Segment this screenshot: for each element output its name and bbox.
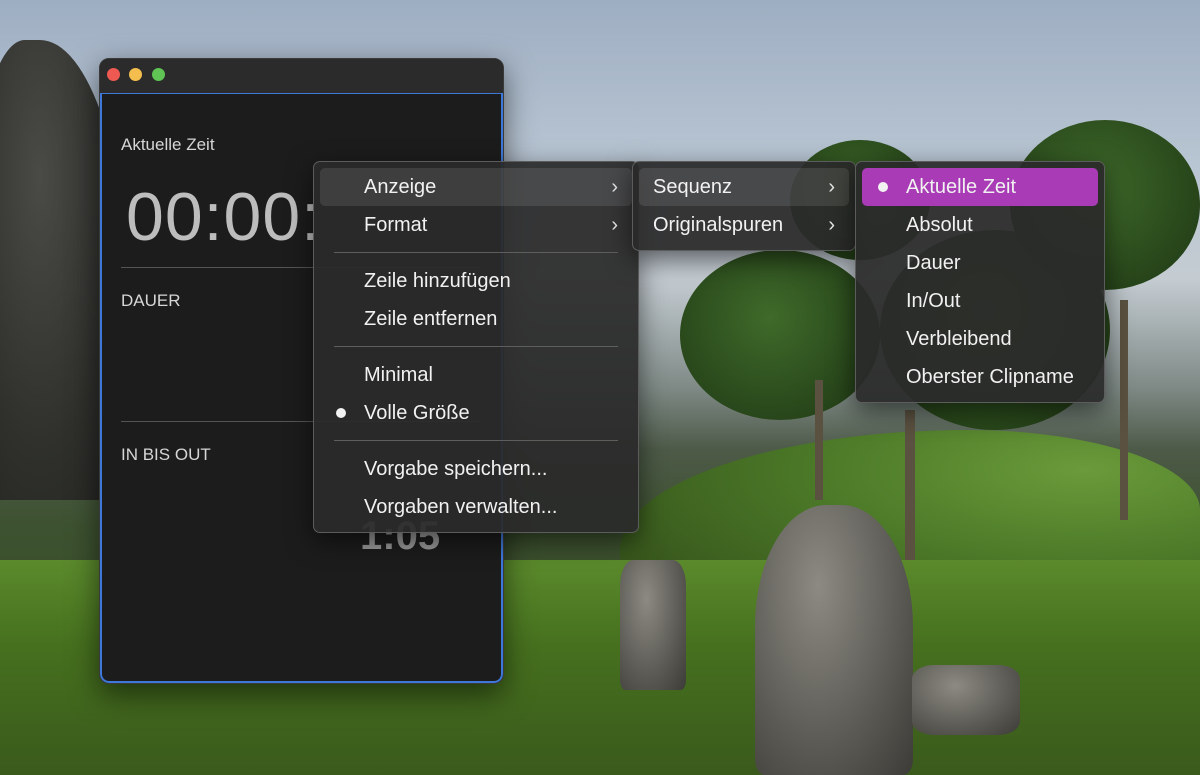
menu-item-label: Zeile hinzufügen: [364, 270, 511, 292]
menu-item-label: Oberster Clipname: [906, 366, 1074, 388]
menu-item-minimal[interactable]: Minimal: [320, 356, 632, 394]
chevron-right-icon: ›: [828, 176, 835, 198]
tree-trunk: [815, 380, 823, 500]
anzeige-submenu: Sequenz › Originalspuren ›: [632, 161, 856, 251]
menu-item-label: Absolut: [906, 214, 973, 236]
tree: [680, 250, 880, 420]
menu-item-label: Format: [364, 214, 428, 236]
menu-item-label: Originalspuren: [653, 214, 784, 236]
display-mode-submenu: Aktuelle Zeit Absolut Dauer In/Out Verbl…: [855, 161, 1105, 403]
bullet-icon: [878, 182, 888, 192]
menu-separator: [334, 346, 618, 347]
menu-item-label: Sequenz: [653, 176, 732, 198]
tree-trunk: [1120, 300, 1128, 520]
menu-item-anzeige[interactable]: Anzeige ›: [320, 168, 632, 206]
current-timecode: 00:00:: [126, 179, 322, 255]
menu-item-label: Zeile entfernen: [364, 308, 498, 330]
menu-item-remove-row[interactable]: Zeile entfernen: [320, 300, 632, 338]
menu-item-sequenz[interactable]: Sequenz ›: [639, 168, 849, 206]
menu-item-label: In/Out: [906, 290, 961, 312]
menu-item-manage-presets[interactable]: Vorgaben verwalten...: [320, 488, 632, 526]
menu-item-format[interactable]: Format ›: [320, 206, 632, 244]
menu-item-label: Verbleibend: [906, 328, 1012, 350]
menu-item-label: Anzeige: [364, 176, 437, 198]
menu-item-label: Vorgabe speichern...: [364, 458, 548, 480]
stone-stele: [755, 505, 913, 775]
close-button[interactable]: [107, 68, 120, 81]
menu-separator: [334, 252, 618, 253]
menu-item-add-row[interactable]: Zeile hinzufügen: [320, 262, 632, 300]
menu-item-verbleibend[interactable]: Verbleibend: [862, 320, 1098, 358]
menu-item-originalspuren[interactable]: Originalspuren ›: [639, 206, 849, 244]
stone-block: [912, 665, 1020, 735]
zoom-button[interactable]: [152, 68, 165, 81]
menu-item-oberster-clipname[interactable]: Oberster Clipname: [862, 358, 1098, 396]
chevron-right-icon: ›: [828, 214, 835, 236]
menu-item-in-out[interactable]: In/Out: [862, 282, 1098, 320]
menu-item-label: Vorgaben verwalten...: [364, 496, 558, 518]
menu-item-label: Minimal: [364, 364, 433, 386]
context-menu: Anzeige › Format › Zeile hinzufügen Zeil…: [313, 161, 639, 533]
chevron-right-icon: ›: [611, 176, 618, 198]
bullet-icon: [336, 408, 346, 418]
title-bar[interactable]: [100, 59, 503, 94]
menu-item-label: Aktuelle Zeit: [906, 176, 1017, 198]
stone-pillar: [620, 560, 686, 690]
menu-item-label: Dauer: [906, 252, 961, 274]
current-time-label: Aktuelle Zeit: [121, 135, 215, 154]
menu-item-label: Volle Größe: [364, 402, 470, 424]
chevron-right-icon: ›: [611, 214, 618, 236]
menu-item-absolut[interactable]: Absolut: [862, 206, 1098, 244]
menu-item-aktuelle-zeit[interactable]: Aktuelle Zeit: [862, 168, 1098, 206]
minimize-button[interactable]: [129, 68, 142, 81]
menu-separator: [334, 440, 618, 441]
tree-trunk: [905, 410, 915, 560]
menu-item-dauer[interactable]: Dauer: [862, 244, 1098, 282]
menu-item-full-size[interactable]: Volle Größe: [320, 394, 632, 432]
in-out-label: IN BIS OUT: [121, 445, 211, 464]
duration-label: DAUER: [121, 291, 181, 310]
menu-item-save-preset[interactable]: Vorgabe speichern...: [320, 450, 632, 488]
